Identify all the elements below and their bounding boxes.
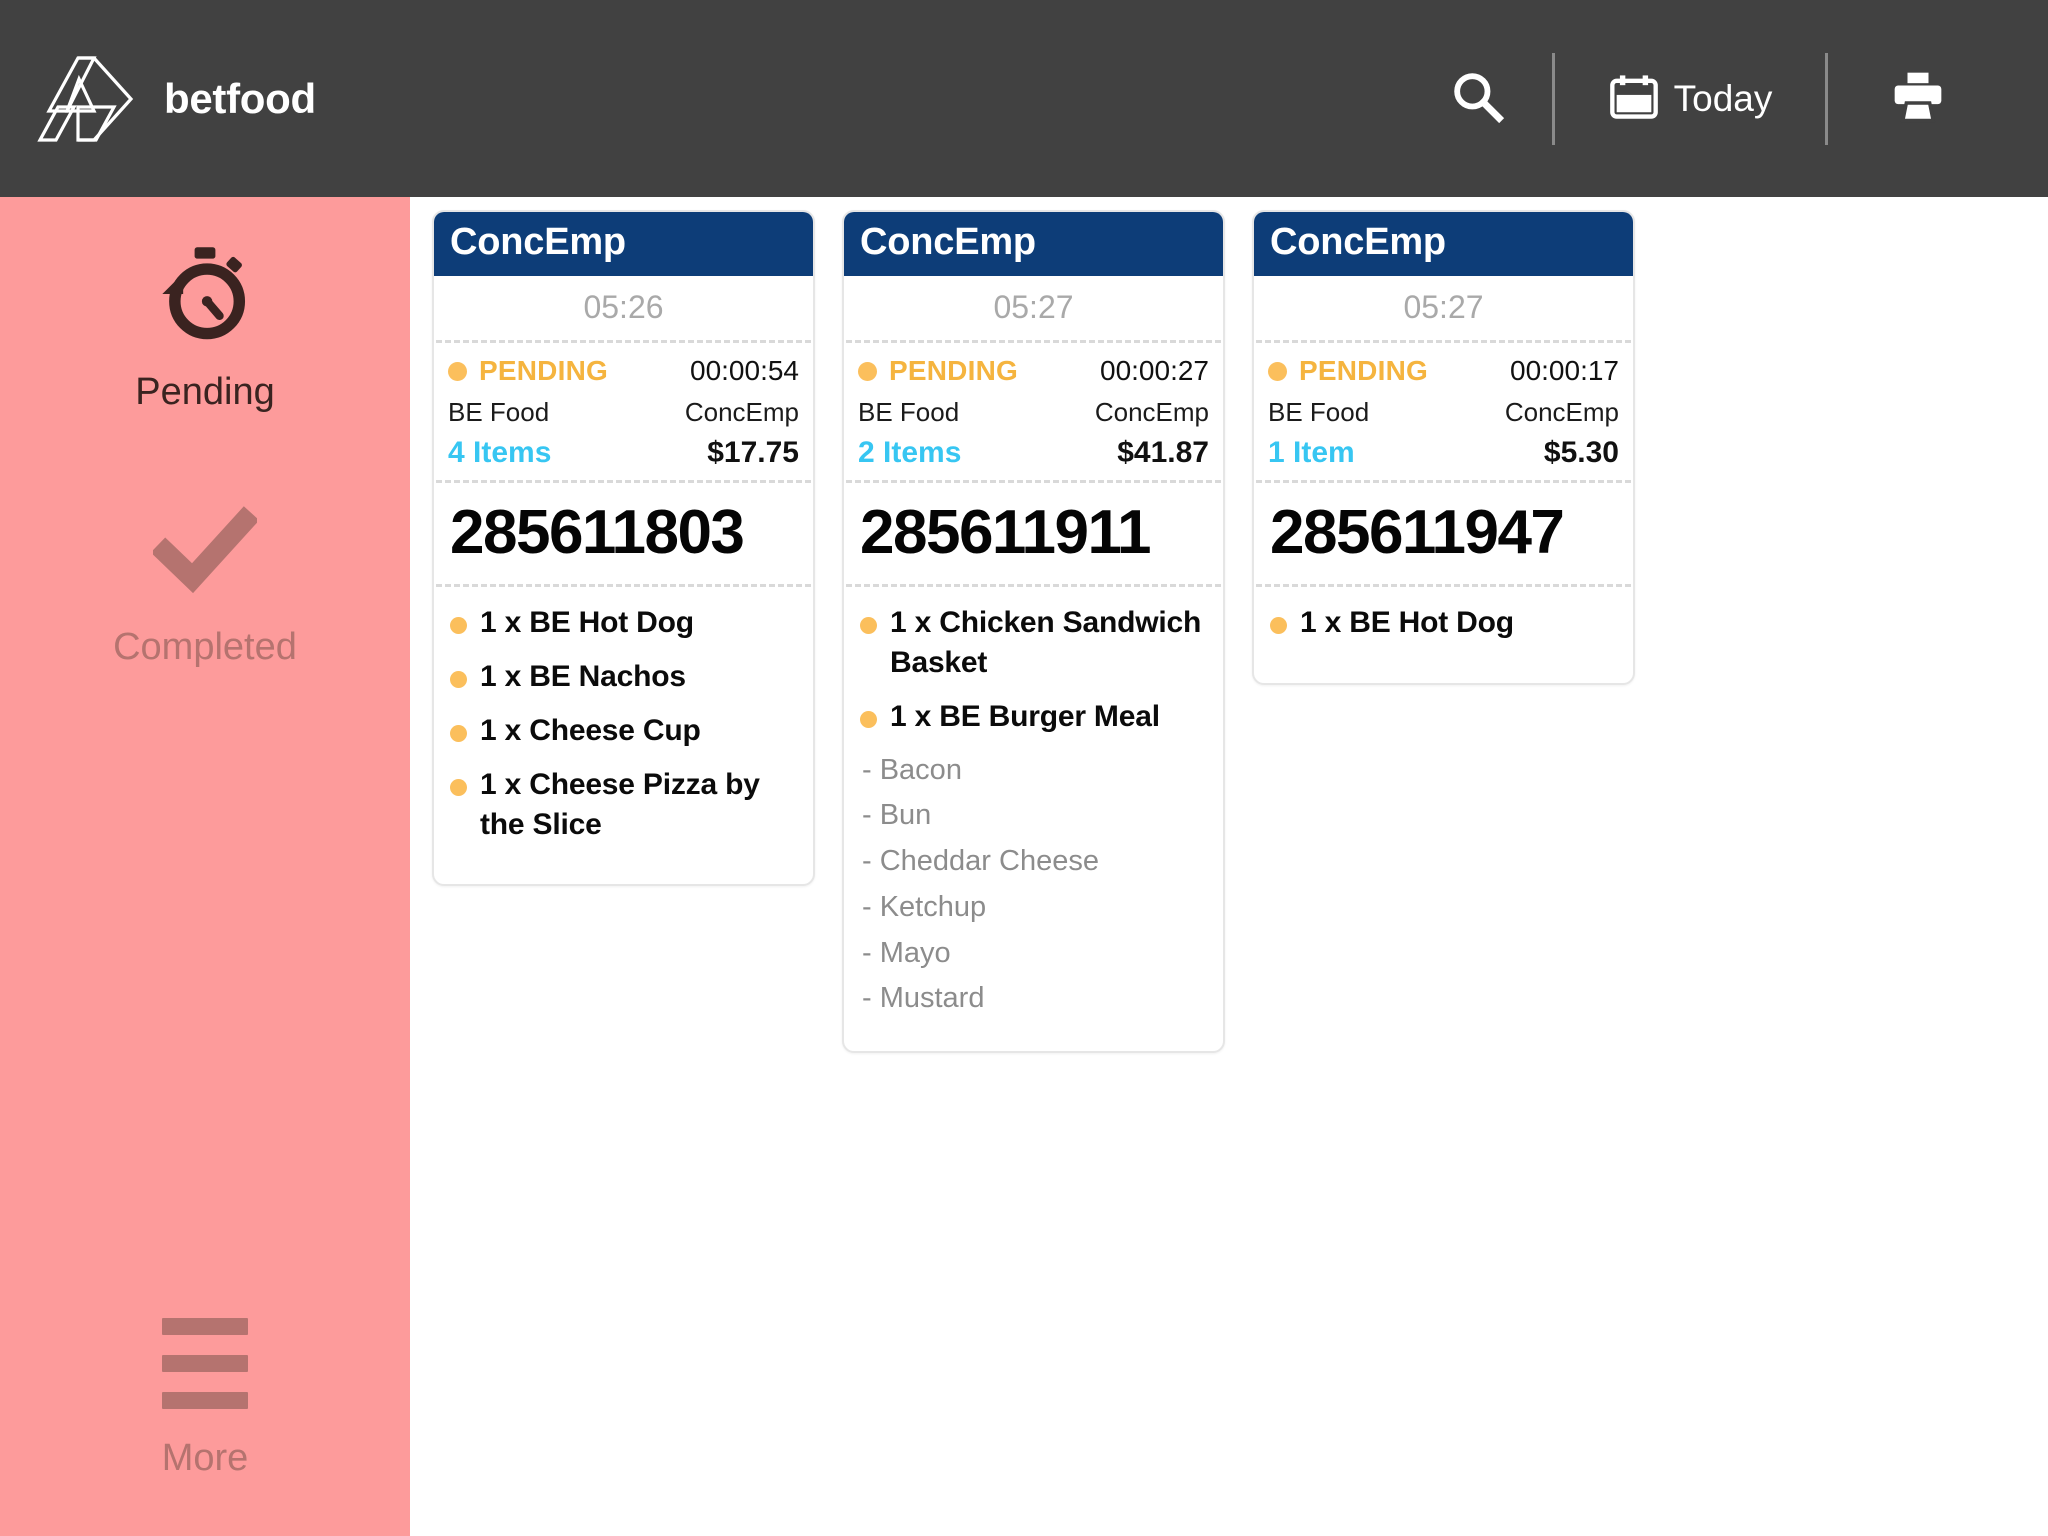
order-total: $5.30 bbox=[1544, 436, 1619, 470]
order-destination: ConcEmp bbox=[1505, 397, 1619, 428]
bullet-dot-icon bbox=[450, 725, 467, 742]
ticket-meta: PENDING 00:00:17 BE Food ConcEmp 1 Item … bbox=[1254, 343, 1633, 480]
ticket-title: ConcEmp bbox=[844, 212, 1223, 276]
search-button[interactable] bbox=[1402, 0, 1552, 197]
elapsed-time: 00:00:27 bbox=[1100, 355, 1209, 387]
sidebar-item-pending[interactable]: Pending bbox=[0, 197, 410, 414]
app-header: betfood bbox=[0, 0, 2048, 197]
bullet-dot-icon bbox=[860, 617, 877, 634]
sidebar-item-more-label: More bbox=[0, 1437, 410, 1480]
order-items: 1 x Chicken Sandwich Basket 1 x BE Burge… bbox=[844, 587, 1223, 1051]
order-line-item-label: 1 x Cheese Cup bbox=[480, 711, 701, 751]
order-line-item: 1 x BE Hot Dog bbox=[450, 603, 797, 643]
header-actions: Today bbox=[1402, 0, 2048, 197]
order-number: 285611947 bbox=[1254, 483, 1633, 584]
status-label: PENDING bbox=[1299, 355, 1428, 387]
bullet-dot-icon bbox=[450, 779, 467, 796]
status-dot-icon bbox=[1268, 362, 1287, 381]
order-ticket[interactable]: ConcEmp 05:27 PENDING 00:00:17 BE Food C… bbox=[1252, 210, 1635, 685]
order-item-modifier: - Cheddar Cheese bbox=[860, 842, 1207, 882]
brand: betfood bbox=[0, 49, 316, 149]
order-items: 1 x BE Hot Dog 1 x BE Nachos 1 x Cheese … bbox=[434, 587, 813, 884]
order-destination: ConcEmp bbox=[685, 397, 799, 428]
sidebar-item-completed-label: Completed bbox=[0, 626, 410, 669]
order-line-item-label: 1 x Chicken Sandwich Basket bbox=[890, 603, 1207, 683]
status-badge: PENDING bbox=[1268, 355, 1428, 387]
order-item-modifier: - Mayo bbox=[860, 934, 1207, 974]
order-line-item-label: 1 x BE Burger Meal bbox=[890, 697, 1160, 737]
order-line-item: 1 x BE Hot Dog bbox=[1270, 603, 1617, 643]
ticket-meta: PENDING 00:00:27 BE Food ConcEmp 2 Items… bbox=[844, 343, 1223, 480]
sidebar: Pending Completed More bbox=[0, 197, 410, 1536]
elapsed-time: 00:00:17 bbox=[1510, 355, 1619, 387]
status-dot-icon bbox=[448, 362, 467, 381]
search-icon bbox=[1449, 68, 1505, 129]
status-badge: PENDING bbox=[858, 355, 1018, 387]
order-line-item: 1 x BE Nachos bbox=[450, 657, 797, 697]
order-source: BE Food bbox=[1268, 397, 1369, 428]
status-label: PENDING bbox=[889, 355, 1018, 387]
today-button[interactable]: Today bbox=[1555, 0, 1825, 197]
order-item-modifier: - Mustard bbox=[860, 979, 1207, 1019]
order-ticket[interactable]: ConcEmp 05:26 PENDING 00:00:54 BE Food C… bbox=[432, 210, 815, 886]
brand-name: betfood bbox=[164, 75, 316, 123]
order-line-item: 1 x Cheese Pizza by the Slice bbox=[450, 765, 797, 845]
order-ticket[interactable]: ConcEmp 05:27 PENDING 00:00:27 BE Food C… bbox=[842, 210, 1225, 1053]
order-item-modifier: - Ketchup bbox=[860, 888, 1207, 928]
status-dot-icon bbox=[858, 362, 877, 381]
order-number: 285611803 bbox=[434, 483, 813, 584]
ticket-time: 05:27 bbox=[844, 276, 1223, 340]
hamburger-menu-icon bbox=[162, 1318, 248, 1409]
ticket-title: ConcEmp bbox=[1254, 212, 1633, 276]
bullet-dot-icon bbox=[1270, 617, 1287, 634]
bullet-dot-icon bbox=[450, 617, 467, 634]
print-button[interactable] bbox=[1828, 0, 2008, 197]
sidebar-item-pending-label: Pending bbox=[0, 371, 410, 414]
order-total: $17.75 bbox=[707, 436, 799, 470]
order-destination: ConcEmp bbox=[1095, 397, 1209, 428]
ticket-time: 05:27 bbox=[1254, 276, 1633, 340]
status-label: PENDING bbox=[479, 355, 608, 387]
ticket-time: 05:26 bbox=[434, 276, 813, 340]
order-number: 285611911 bbox=[844, 483, 1223, 584]
betfood-a-logo-icon bbox=[34, 49, 138, 149]
order-board: ConcEmp 05:26 PENDING 00:00:54 BE Food C… bbox=[410, 197, 2048, 1536]
order-line-item: 1 x Cheese Cup bbox=[450, 711, 797, 751]
calendar-icon bbox=[1608, 70, 1660, 127]
order-line-item-label: 1 x BE Hot Dog bbox=[1300, 603, 1514, 643]
order-line-item: 1 x BE Burger Meal bbox=[860, 697, 1207, 737]
app-root: betfood bbox=[0, 0, 2048, 1536]
order-line-item-label: 1 x Cheese Pizza by the Slice bbox=[480, 765, 797, 845]
printer-icon bbox=[1890, 68, 1946, 129]
stopwatch-icon bbox=[0, 237, 410, 349]
status-badge: PENDING bbox=[448, 355, 608, 387]
today-label: Today bbox=[1674, 78, 1773, 120]
order-items: 1 x BE Hot Dog bbox=[1254, 587, 1633, 683]
bullet-dot-icon bbox=[450, 671, 467, 688]
checkmark-icon bbox=[0, 492, 410, 604]
order-item-modifier: - Bun bbox=[860, 796, 1207, 836]
bullet-dot-icon bbox=[860, 711, 877, 728]
sidebar-item-more[interactable]: More bbox=[0, 1318, 410, 1480]
order-total: $41.87 bbox=[1117, 436, 1209, 470]
order-source: BE Food bbox=[448, 397, 549, 428]
ticket-meta: PENDING 00:00:54 BE Food ConcEmp 4 Items… bbox=[434, 343, 813, 480]
sidebar-item-completed[interactable]: Completed bbox=[0, 414, 410, 669]
elapsed-time: 00:00:54 bbox=[690, 355, 799, 387]
items-count[interactable]: 2 Items bbox=[858, 436, 961, 470]
order-line-item-label: 1 x BE Nachos bbox=[480, 657, 686, 697]
ticket-title: ConcEmp bbox=[434, 212, 813, 276]
order-line-item: 1 x Chicken Sandwich Basket bbox=[860, 603, 1207, 683]
order-line-item-label: 1 x BE Hot Dog bbox=[480, 603, 694, 643]
items-count[interactable]: 4 Items bbox=[448, 436, 551, 470]
order-item-modifier: - Bacon bbox=[860, 751, 1207, 791]
order-source: BE Food bbox=[858, 397, 959, 428]
items-count[interactable]: 1 Item bbox=[1268, 436, 1355, 470]
